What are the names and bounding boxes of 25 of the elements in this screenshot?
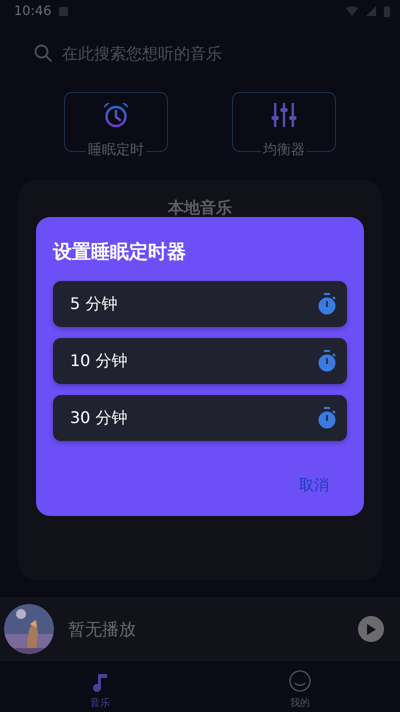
music-note-icon (91, 672, 109, 692)
equalizer-icon (270, 101, 298, 129)
notification-icon (59, 6, 68, 16)
stopwatch-icon (317, 407, 337, 429)
battery-icon (384, 6, 390, 16)
search-icon (34, 44, 52, 62)
timer-option[interactable]: 30 分钟 (53, 395, 347, 441)
section-title: 本地音乐 (168, 198, 232, 219)
stopwatch-icon (317, 293, 337, 315)
play-icon (366, 624, 376, 634)
cancel-button[interactable]: 取消 (295, 472, 333, 499)
alarm-clock-icon (102, 101, 130, 129)
signal-icon (366, 6, 376, 16)
now-playing-title: 暂无播放 (68, 618, 137, 640)
status-time: 10:46 (14, 4, 52, 18)
timer-option[interactable]: 5 分钟 (53, 281, 347, 327)
stopwatch-icon (317, 350, 337, 372)
dialog-title: 设置睡眠定时器 (53, 240, 187, 265)
nav-tab[interactable]: 音乐 (0, 661, 200, 712)
wifi-icon (346, 6, 358, 16)
search-field[interactable]: 在此搜索您想听的音乐 (62, 44, 366, 62)
play-button[interactable] (358, 616, 384, 642)
smiley-icon (289, 670, 311, 692)
timer-option[interactable]: 10 分钟 (53, 338, 347, 384)
nav-tab[interactable]: 我的 (200, 661, 400, 712)
